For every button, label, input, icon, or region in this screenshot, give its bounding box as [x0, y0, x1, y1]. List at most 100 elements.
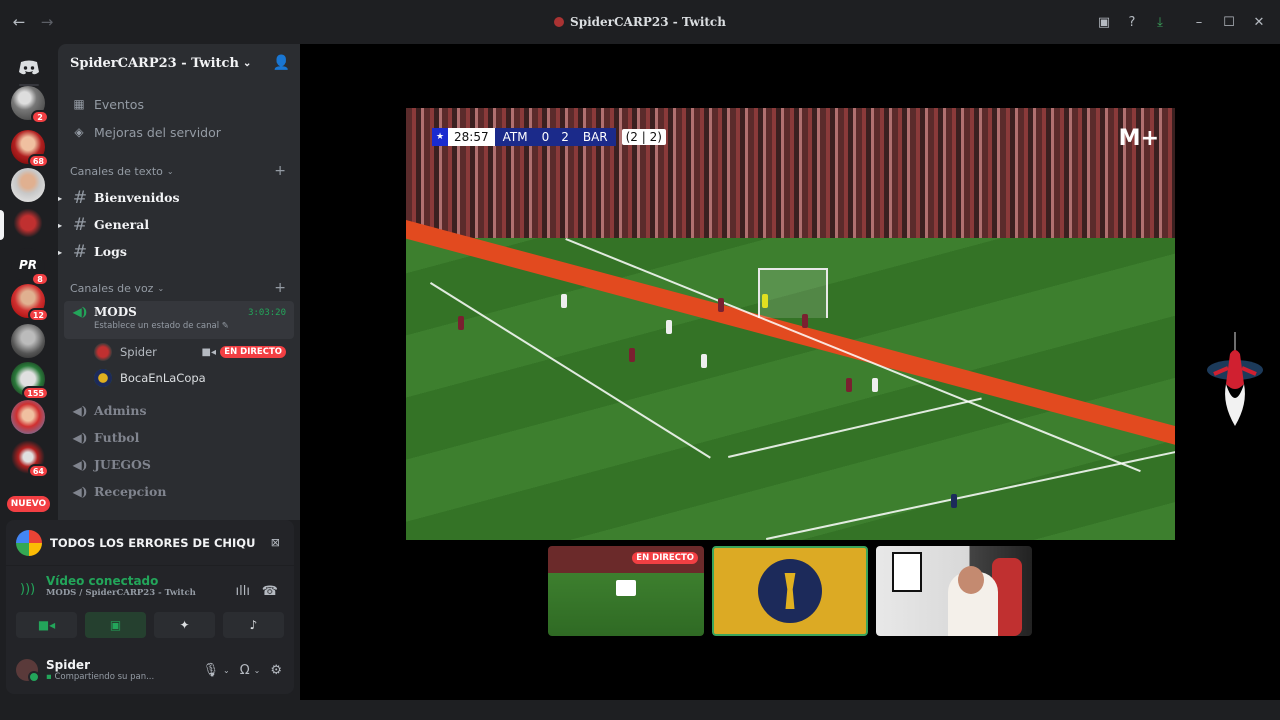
champions-league-icon: ★ — [432, 128, 448, 146]
server-avatar[interactable]: PR 8 — [11, 248, 49, 286]
add-channel-icon[interactable]: + — [274, 163, 286, 179]
user-avatar[interactable] — [16, 659, 40, 683]
avatar — [94, 369, 112, 387]
activity-app-icon — [16, 529, 42, 556]
soundboard-button[interactable]: ♪ — [223, 612, 284, 638]
voice-channel-recepcion[interactable]: ◀) Recepcion — [58, 478, 300, 505]
add-channel-icon[interactable]: + — [274, 280, 286, 296]
noise-suppression-icon[interactable]: ıllı — [236, 584, 250, 599]
goal — [758, 268, 828, 318]
guild-name: SpiderCARP23 - Twitch — [70, 55, 239, 71]
channel-general[interactable]: ▶ # General — [58, 211, 300, 238]
guild-header[interactable]: SpiderCARP23 - Twitch ⌄ 👤 — [58, 44, 300, 82]
server-avatar[interactable] — [11, 400, 45, 434]
voice-channel-mods[interactable]: ◀) MODS 3:03:20 Establece un estado de c… — [64, 301, 294, 339]
spiderman-mascot-icon — [1207, 332, 1263, 426]
channel-logs[interactable]: ▶ # Logs — [58, 238, 300, 265]
add-member-icon[interactable]: 👤 — [273, 55, 290, 71]
nav-server-boost[interactable]: ◈ Mejoras del servidor — [58, 118, 300, 146]
window-title: SpiderCARP23 - Twitch — [0, 0, 1280, 44]
headphones-icon[interactable]: Ω — [240, 663, 250, 678]
discord-home-icon[interactable] — [11, 50, 47, 86]
hash-icon: # — [72, 214, 88, 235]
activity-title: TODOS LOS ERRORES DE CHIQUIT... — [50, 535, 255, 550]
soundboard-icon: ♪ — [249, 618, 258, 632]
active-server-indicator — [0, 210, 4, 240]
screen-share-button[interactable]: ▣ — [85, 612, 146, 638]
camera-icon: ■◂ — [201, 346, 216, 358]
minimize-icon[interactable]: – — [1184, 8, 1214, 36]
chevron-down-icon: ⌄ — [166, 166, 174, 176]
locked-speaker-icon: ◀) — [72, 403, 88, 418]
voice-duration: 3:03:20 — [248, 308, 286, 318]
main-stream-video[interactable]: ★ 28:57 ATM 02 BAR (2 | 2) M+ — [406, 108, 1175, 540]
screen-share-icon: ▣ — [109, 618, 122, 632]
activities-button[interactable]: ✦ — [154, 612, 215, 638]
settings-gear-icon[interactable]: ⚙ — [270, 663, 282, 678]
user-status: ▪ Compartiendo su pan... — [46, 672, 155, 682]
pencil-icon: ✎ — [221, 321, 229, 331]
server-avatar[interactable]: 12 — [11, 284, 49, 322]
download-icon[interactable]: ⤓ — [1146, 8, 1174, 36]
notification-badge: 2 — [31, 110, 49, 124]
scoreboard: ★ 28:57 ATM 02 BAR (2 | 2) — [432, 128, 666, 146]
user-panel: TODOS LOS ERRORES DE CHIQUIT... ⊠ ))) Ví… — [6, 520, 294, 694]
help-icon[interactable]: ? — [1118, 8, 1146, 36]
server-avatar[interactable]: 64 — [11, 440, 49, 478]
server-icon — [554, 17, 565, 27]
user-name[interactable]: Spider — [46, 658, 154, 672]
server-avatar[interactable]: 2 — [11, 86, 49, 124]
forward-arrow-icon[interactable]: → — [38, 13, 56, 31]
locked-speaker-icon: ◀) — [72, 484, 88, 499]
camera-icon: ■◂ — [37, 618, 56, 632]
hash-icon: # — [72, 187, 88, 208]
speaker-icon: ◀) — [72, 305, 88, 319]
close-activity-icon[interactable]: ⊠ — [271, 536, 280, 549]
voice-user[interactable]: Spider ■◂ EN DIRECTO — [58, 339, 300, 365]
voice-channel-juegos[interactable]: ◀) JUEGOS — [58, 451, 300, 478]
voice-actions: ■◂ ▣ ✦ ♪ — [6, 604, 294, 646]
live-badge: EN DIRECTO — [632, 552, 698, 564]
server-avatar[interactable] — [11, 206, 45, 240]
category-text-channels[interactable]: Canales de texto ⌄ + — [58, 158, 300, 184]
chevron-down-icon[interactable]: ⌄ — [254, 666, 261, 675]
channel-bienvenidos[interactable]: ▶ # Bienvenidos — [58, 184, 300, 211]
calendar-icon: ▦ — [73, 97, 85, 111]
camera-button[interactable]: ■◂ — [16, 612, 77, 638]
nav-eventos[interactable]: ▦ Eventos — [58, 90, 300, 118]
screen-share-icon — [616, 580, 636, 596]
activity-card[interactable]: TODOS LOS ERRORES DE CHIQUIT... ⊠ — [6, 520, 294, 566]
signal-icon[interactable]: ))) — [20, 582, 35, 597]
notification-badge: 12 — [27, 308, 49, 322]
server-avatar[interactable] — [11, 168, 45, 202]
camera-tile-spider[interactable] — [876, 546, 1032, 636]
category-voice-channels[interactable]: Canales de voz ⌄ + — [58, 275, 300, 301]
stream-tile-spider[interactable]: EN DIRECTO — [548, 546, 704, 636]
disconnect-icon[interactable]: ☎ — [262, 584, 278, 599]
server-avatar[interactable]: 155 — [11, 362, 49, 400]
participant-tiles: EN DIRECTO — [548, 546, 1032, 636]
close-icon[interactable]: ✕ — [1244, 8, 1274, 36]
server-avatar[interactable] — [11, 324, 45, 358]
away-score: 2 — [561, 130, 569, 144]
title-bar: ← → SpiderCARP23 - Twitch ▣ ? ⤓ – ☐ ✕ — [0, 0, 1280, 44]
microphone-icon[interactable]: 🎙︎ — [202, 663, 219, 678]
new-badge[interactable]: NUEVO — [7, 496, 50, 512]
inbox-icon[interactable]: ▣ — [1090, 8, 1118, 36]
unread-indicator-icon: ▶ — [58, 192, 63, 203]
server-avatar[interactable]: 68 — [11, 130, 49, 168]
voice-connection: ))) Vídeo conectado MODS / SpiderCARP23 … — [6, 566, 294, 604]
channel-status-prompt[interactable]: Establece un estado de canal ✎ — [94, 321, 286, 331]
back-arrow-icon[interactable]: ← — [10, 13, 28, 31]
voice-channel-futbol[interactable]: ◀) Futbol — [58, 424, 300, 451]
user-tile-bocaenlacopa[interactable] — [712, 546, 868, 636]
voice-channel-admins[interactable]: ◀) Admins — [58, 397, 300, 424]
maximize-icon[interactable]: ☐ — [1214, 8, 1244, 36]
live-badge[interactable]: EN DIRECTO — [220, 346, 286, 358]
poster — [892, 552, 922, 592]
chevron-down-icon: ⌄ — [157, 283, 165, 293]
unread-indicator-icon: ▶ — [58, 219, 63, 230]
chevron-down-icon[interactable]: ⌄ — [223, 666, 230, 675]
voice-user[interactable]: BocaEnLaCopa — [58, 365, 300, 391]
notification-badge: 155 — [22, 386, 49, 400]
